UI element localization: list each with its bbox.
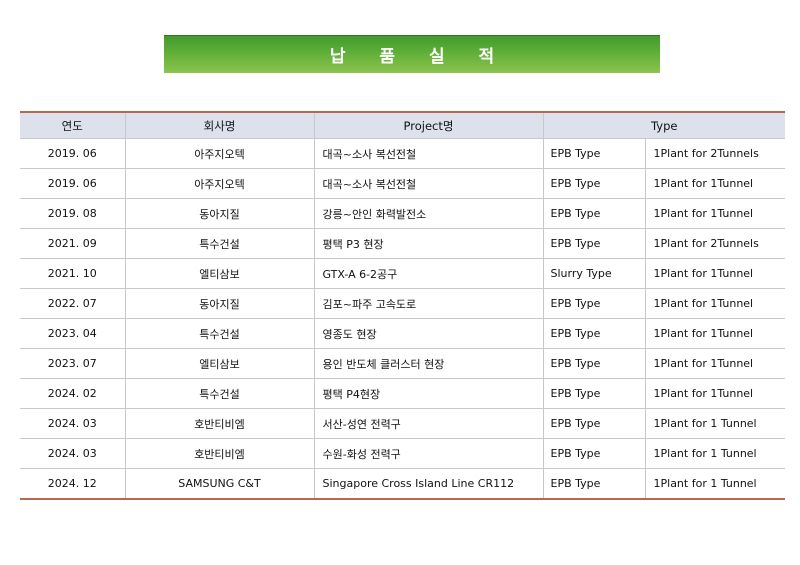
cell-plant-config: 1Plant for 1 Tunnel — [644, 468, 786, 500]
cell-year: 2021. 09 — [20, 228, 126, 259]
cell-machine-type: EPB Type — [542, 408, 645, 439]
cell-project: GTX-A 6-2공구 — [313, 258, 544, 289]
cell-project: 서산-성연 전력구 — [313, 408, 544, 439]
table-row: 2024. 03 호반티비엠 서산-성연 전력구 EPB Type 1Plant for… — [20, 408, 786, 439]
cell-year: 2019. 08 — [20, 198, 126, 229]
table-row: 2023. 07 엘티삼보 용인 반도체 클러스터 현장 EPB Type 1Plant… — [20, 348, 786, 379]
header-company: 회사명 — [124, 111, 315, 139]
cell-plant-config: 1Plant for 1Tunnel — [644, 198, 786, 229]
cell-machine-type: EPB Type — [542, 168, 645, 199]
cell-company: 특수건설 — [124, 378, 315, 409]
cell-plant-config: 1Plant for 1Tunnel — [644, 168, 786, 199]
title-banner: 납 품 실 적 — [164, 35, 660, 73]
cell-project: 강릉~안인 화력발전소 — [313, 198, 544, 229]
cell-project: 영종도 현장 — [313, 318, 544, 349]
page-title: 납 품 실 적 — [329, 46, 509, 67]
cell-company: 동아지질 — [124, 288, 315, 319]
table-row: 2019. 06 아주지오텍 대곡~소사 복선전철 EPB Type 1Plant fo… — [20, 168, 786, 199]
cell-year: 2024. 03 — [20, 408, 126, 439]
cell-company: 엘티삼보 — [124, 258, 315, 289]
table-row: 2024. 02 특수건설 평택 P4현장 EPB Type 1Plant for 1T… — [20, 378, 786, 409]
header-type: Type — [542, 111, 786, 139]
table-row: 2024. 03 호반티비엠 수원-화성 전력구 EPB Type 1Plant for… — [20, 438, 786, 469]
cell-company: 호반티비엠 — [124, 438, 315, 469]
table-row: 2019. 06 아주지오텍 대곡~소사 복선전철 EPB Type 1Plant fo… — [20, 138, 786, 169]
cell-plant-config: 1Plant for 1Tunnel — [644, 318, 786, 349]
cell-machine-type: EPB Type — [542, 438, 645, 469]
cell-plant-config: 1Plant for 1Tunnel — [644, 348, 786, 379]
cell-plant-config: 1Plant for 1 Tunnel — [644, 438, 786, 469]
cell-company: SAMSUNG C&T — [124, 468, 315, 500]
cell-project: 김포~파주 고속도로 — [313, 288, 544, 319]
cell-plant-config: 1Plant for 2Tunnels — [644, 228, 786, 259]
table-body: 2019. 06 아주지오텍 대곡~소사 복선전철 EPB Type 1Plant fo… — [20, 138, 786, 500]
cell-machine-type: EPB Type — [542, 228, 645, 259]
table-row: 2021. 09 특수건설 평택 P3 현장 EPB Type 1Plant for 2… — [20, 228, 786, 259]
cell-company: 아주지오텍 — [124, 168, 315, 199]
header-year: 연도 — [20, 111, 126, 139]
cell-project: 대곡~소사 복선전철 — [313, 138, 544, 169]
cell-plant-config: 1Plant for 1 Tunnel — [644, 408, 786, 439]
cell-project: 평택 P4현장 — [313, 378, 544, 409]
table-row: 2023. 04 특수건설 영종도 현장 EPB Type 1Plant for 1Tu… — [20, 318, 786, 349]
header-project: Project명 — [313, 111, 544, 139]
cell-plant-config: 1Plant for 2Tunnels — [644, 138, 786, 169]
cell-machine-type: Slurry Type — [542, 258, 645, 289]
cell-year: 2024. 03 — [20, 438, 126, 469]
cell-project: 평택 P3 현장 — [313, 228, 544, 259]
delivery-records-table: 연도 회사명 Project명 Type 2019. 06 아주지오텍 대곡~소사 … — [20, 111, 786, 500]
table-row: 2022. 07 동아지질 김포~파주 고속도로 EPB Type 1Plant for… — [20, 288, 786, 319]
cell-year: 2022. 07 — [20, 288, 126, 319]
cell-machine-type: EPB Type — [542, 318, 645, 349]
cell-year: 2023. 07 — [20, 348, 126, 379]
cell-machine-type: EPB Type — [542, 348, 645, 379]
cell-plant-config: 1Plant for 1Tunnel — [644, 378, 786, 409]
table-row: 2021. 10 엘티삼보 GTX-A 6-2공구 Slurry Type 1Plant… — [20, 258, 786, 289]
cell-company: 특수건설 — [124, 228, 315, 259]
cell-machine-type: EPB Type — [542, 138, 645, 169]
cell-plant-config: 1Plant for 1Tunnel — [644, 258, 786, 289]
table-header-row: 연도 회사명 Project명 Type — [20, 111, 786, 139]
cell-year: 2023. 04 — [20, 318, 126, 349]
table-row: 2019. 08 동아지질 강릉~안인 화력발전소 EPB Type 1Plant fo… — [20, 198, 786, 229]
table-row: 2024. 12 SAMSUNG C&T Singapore Cross Islan… — [20, 468, 786, 500]
cell-plant-config: 1Plant for 1Tunnel — [644, 288, 786, 319]
cell-project: 용인 반도체 클러스터 현장 — [313, 348, 544, 379]
cell-company: 엘티삼보 — [124, 348, 315, 379]
cell-machine-type: EPB Type — [542, 378, 645, 409]
cell-year: 2024. 12 — [20, 468, 126, 500]
cell-company: 아주지오텍 — [124, 138, 315, 169]
cell-company: 호반티비엠 — [124, 408, 315, 439]
cell-year: 2021. 10 — [20, 258, 126, 289]
cell-company: 특수건설 — [124, 318, 315, 349]
cell-year: 2019. 06 — [20, 168, 126, 199]
cell-project: Singapore Cross Island Line CR112 — [313, 468, 544, 500]
cell-project: 수원-화성 전력구 — [313, 438, 544, 469]
cell-machine-type: EPB Type — [542, 288, 645, 319]
cell-machine-type: EPB Type — [542, 468, 645, 500]
cell-year: 2019. 06 — [20, 138, 126, 169]
cell-company: 동아지질 — [124, 198, 315, 229]
cell-year: 2024. 02 — [20, 378, 126, 409]
cell-project: 대곡~소사 복선전철 — [313, 168, 544, 199]
cell-machine-type: EPB Type — [542, 198, 645, 229]
